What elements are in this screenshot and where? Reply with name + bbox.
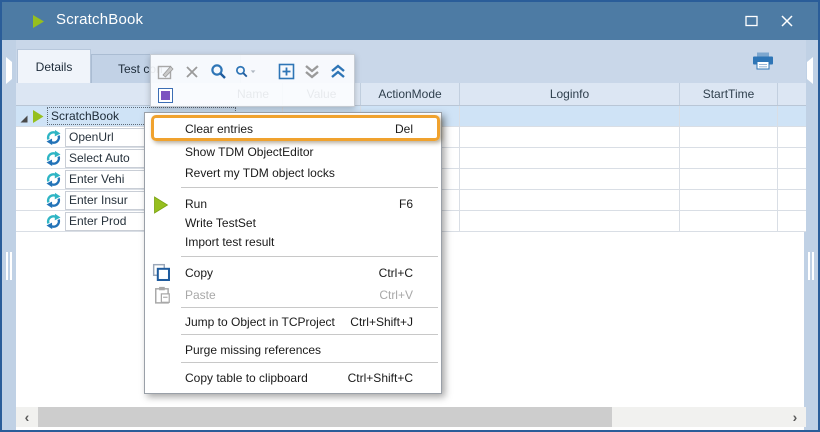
menu-item-clear-entries[interactable]: Clear entries Del: [185, 117, 433, 141]
menu-item-revert-tdm-locks[interactable]: Revert my TDM object locks: [185, 162, 433, 184]
tab-details[interactable]: Details: [17, 49, 91, 83]
copy-icon: [152, 263, 171, 285]
edit-icon[interactable]: [155, 61, 177, 82]
menu-item-jump-to-object[interactable]: Jump to Object in TCProject Ctrl+Shift+J: [185, 311, 433, 333]
scroll-left-icon[interactable]: ‹: [16, 407, 38, 427]
grid-header: Name Value ActionMode Loginfo StartTime: [16, 83, 806, 106]
run-icon: [153, 196, 169, 217]
menu-item-purge-missing-references[interactable]: Purge missing references: [185, 339, 433, 361]
menu-separator: [181, 256, 438, 257]
menu-separator: [181, 334, 438, 335]
run-list-icon: [31, 109, 45, 129]
context-menu: Clear entries Del Show TDM ObjectEditor …: [144, 112, 442, 394]
color-swatch-icon[interactable]: [158, 88, 173, 103]
zoom-dropdown-icon[interactable]: [235, 61, 257, 82]
menu-separator: [181, 362, 438, 363]
tab-details-label: Details: [36, 60, 73, 74]
scrollbar-thumb[interactable]: [38, 407, 612, 427]
scratchbook-window: ScratchBook Details Test con: [0, 0, 820, 432]
close-button[interactable]: [772, 10, 802, 32]
add-view-icon[interactable]: [275, 61, 297, 82]
tab-strip: Details Test con: [16, 40, 806, 83]
left-splitter-grip[interactable]: [6, 252, 12, 280]
menu-item-copy[interactable]: Copy Ctrl+C: [185, 262, 433, 284]
horizontal-scrollbar[interactable]: ‹ ›: [16, 407, 806, 427]
window-title: ScratchBook: [56, 11, 143, 28]
maximize-button[interactable]: [736, 10, 766, 32]
left-splitter-strip[interactable]: [2, 40, 16, 430]
menu-item-copy-table-to-clipboard[interactable]: Copy table to clipboard Ctrl+Shift+C: [185, 367, 433, 389]
teststep-refresh-icon: [45, 213, 62, 235]
title-bar[interactable]: ScratchBook: [2, 2, 818, 40]
delete-icon[interactable]: [181, 61, 203, 82]
run-state-icon: [31, 14, 46, 34]
column-header-actionmode[interactable]: ActionMode: [361, 83, 460, 105]
column-header-starttime[interactable]: StartTime: [680, 83, 778, 105]
scroll-right-icon[interactable]: ›: [784, 407, 806, 427]
menu-separator: [181, 187, 438, 188]
menu-separator: [181, 307, 438, 308]
right-splitter-strip[interactable]: [804, 40, 818, 430]
right-splitter-grip[interactable]: [808, 252, 814, 280]
menu-item-import-test-result[interactable]: Import test result: [185, 231, 433, 253]
column-header-loginfo[interactable]: Loginfo: [460, 83, 680, 105]
zoom-icon[interactable]: [207, 61, 229, 82]
expand-all-icon[interactable]: [327, 61, 349, 82]
menu-item-paste[interactable]: Paste Ctrl+V: [185, 284, 433, 306]
floating-toolbar: [150, 54, 355, 107]
menu-item-show-tdm-objecteditor[interactable]: Show TDM ObjectEditor: [185, 141, 433, 163]
column-header-filler: [778, 83, 804, 105]
print-icon[interactable]: [752, 52, 774, 75]
collapse-all-icon[interactable]: [301, 61, 323, 82]
paste-icon: [154, 286, 171, 307]
collapse-left-icon[interactable]: [2, 62, 12, 80]
